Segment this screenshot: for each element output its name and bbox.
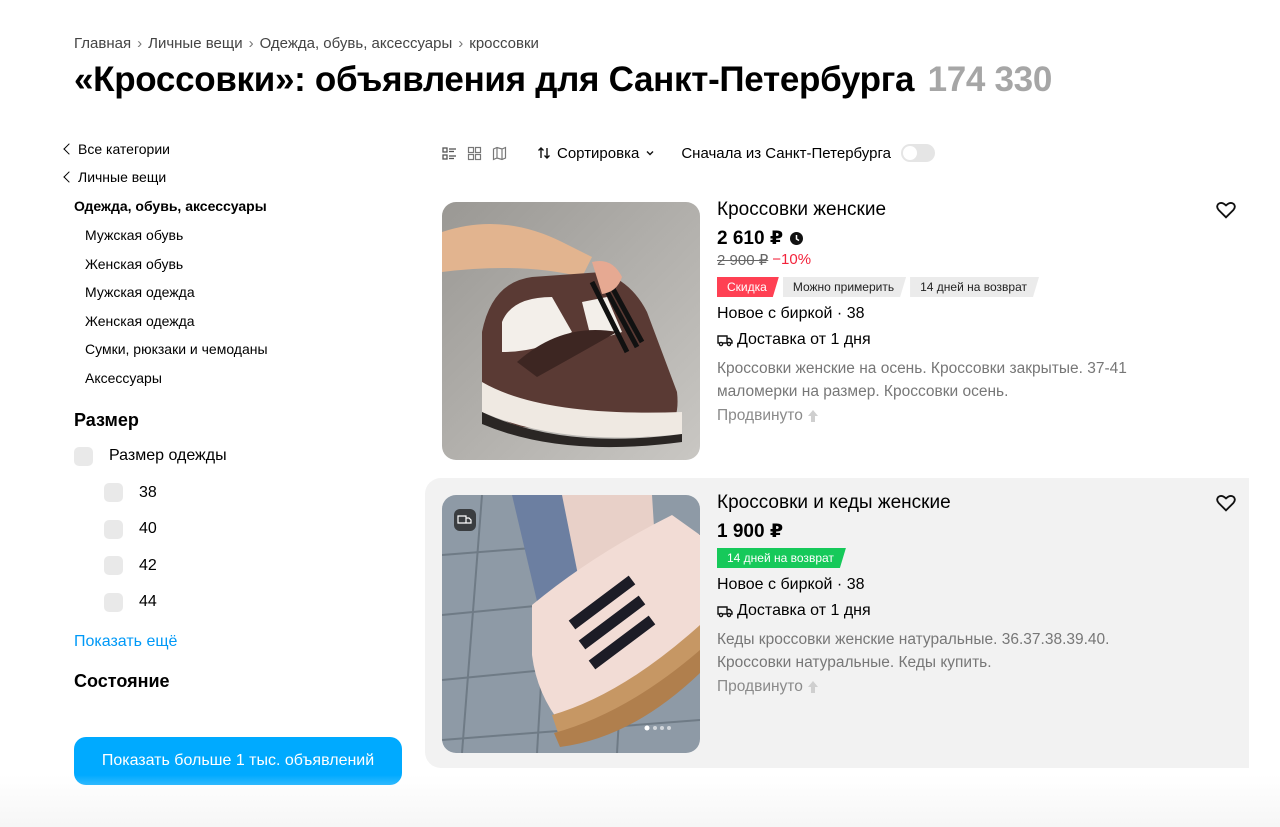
listing-card[interactable]: Кроссовки и кеды женские 1 900 ₽ 14 дней… (425, 478, 1249, 768)
chevron-left-icon (63, 171, 75, 183)
checkbox-size-42[interactable]: 42 (104, 548, 412, 585)
listing-promoted: Продвинуто (717, 678, 1197, 696)
sidebar: Все категории Личные вещи Одежда, обувь,… (62, 135, 412, 699)
delivery-text: Доставка от 1 дня (737, 602, 871, 619)
listing-delivery: Доставка от 1 дня (717, 328, 1197, 352)
breadcrumb-clothing[interactable]: Одежда, обувь, аксессуары (260, 35, 453, 52)
listing-info: Кроссовки женские 2 610 ₽ 2 900 ₽ −10% С… (717, 199, 1197, 425)
delivery-text: Доставка от 1 дня (737, 331, 871, 348)
checkbox-label: 38 (139, 483, 157, 501)
show-more-sizes-link[interactable]: Показать ещё (74, 627, 412, 657)
condition-filter-title: Состояние (74, 670, 170, 691)
checkbox-label: 42 (139, 556, 157, 574)
badge-return: 14 дней на возврат (717, 548, 846, 568)
listing-delivery: Доставка от 1 дня (717, 599, 1197, 623)
page-title-text: «Кроссовки»: объявления для Санкт-Петерб… (74, 60, 915, 99)
results-count: 174 330 (927, 60, 1053, 99)
delivery-truck-icon (717, 606, 733, 618)
promoted-label: Продвинуто (717, 407, 803, 424)
sidebar-item-mens-clothing[interactable]: Мужская одежда (85, 278, 412, 307)
listing-photo[interactable] (442, 495, 700, 753)
listing-info: Кроссовки и кеды женские 1 900 ₽ 14 дней… (717, 492, 1197, 696)
chevron-left-icon (63, 143, 75, 155)
checkbox-size-38[interactable]: 38 (104, 475, 412, 512)
listing-toolbar: Сортировка Сначала из Санкт-Петербурга (442, 140, 935, 166)
sidebar-item-label: Личные вещи (78, 169, 167, 185)
discount-percent: −10% (772, 251, 812, 268)
sidebar-current-category: Одежда, обувь, аксессуары (74, 198, 267, 214)
sidebar-item-womens-clothing[interactable]: Женская одежда (85, 307, 412, 336)
list-view-icon[interactable] (442, 146, 457, 161)
old-price-row: 2 900 ₽ −10% (717, 251, 1197, 273)
grid-view-icon[interactable] (467, 146, 482, 161)
listing-condition: Новое с биркой · 38 (717, 576, 865, 593)
sneaker-photo (442, 202, 700, 460)
checkbox-label: 44 (139, 593, 157, 611)
arrow-up-icon (807, 410, 818, 422)
listing-price: 1 900 ₽ (717, 518, 1197, 544)
price-value: 1 900 ₽ (717, 520, 784, 542)
arrow-up-icon (807, 681, 818, 693)
sidebar-item-accessories[interactable]: Аксессуары (85, 364, 412, 393)
listing-title[interactable]: Кроссовки и кеды женские (717, 492, 1197, 518)
listing-card[interactable]: Кроссовки женские 2 610 ₽ 2 900 ₽ −10% С… (425, 185, 1249, 475)
badge-try-on: Можно примерить (783, 277, 906, 297)
checkbox-label: 40 (139, 520, 157, 538)
listing-photo[interactable] (442, 202, 700, 460)
checkbox-size-44[interactable]: 44 (104, 584, 412, 621)
sidebar-item-womens-shoes[interactable]: Женская обувь (85, 250, 412, 279)
listing-description: Кроссовки женские на осень. Кроссовки за… (717, 360, 1127, 400)
sidebar-item-personal-items[interactable]: Личные вещи (62, 163, 412, 191)
checkbox-box[interactable] (74, 446, 93, 466)
sort-dropdown[interactable]: Сортировка (537, 145, 655, 162)
listing-description: Кеды кроссовки женские натуральные. 36.3… (717, 631, 1110, 671)
show-more-listings-button[interactable]: Показать больше 1 тыс. объявлений (74, 737, 402, 785)
checkbox-box[interactable] (104, 483, 123, 503)
sort-icon (538, 147, 550, 159)
badge-discount: Скидка (717, 277, 779, 297)
favorite-heart-icon[interactable] (1215, 199, 1237, 221)
sidebar-item-label: Все категории (78, 141, 170, 157)
view-switcher (442, 146, 507, 161)
badge-return: 14 дней на возврат (910, 277, 1039, 297)
sidebar-item-bags[interactable]: Сумки, рюкзаки и чемоданы (85, 335, 412, 364)
breadcrumb-separator: › (248, 35, 254, 52)
chevron-down-icon (646, 151, 654, 156)
listing-badges: Скидка Можно примерить 14 дней на возвра… (717, 277, 1197, 299)
breadcrumb-personal-items[interactable]: Личные вещи (148, 35, 242, 52)
checkbox-box[interactable] (104, 592, 123, 612)
breadcrumb-sneakers[interactable]: кроссовки (469, 35, 539, 52)
sidebar-item-all-categories[interactable]: Все категории (62, 135, 412, 163)
sneaker-photo (442, 495, 700, 753)
breadcrumb-separator: › (458, 35, 464, 52)
local-first-toggle[interactable] (900, 144, 935, 162)
page-title: «Кроссовки»: объявления для Санкт-Петерб… (74, 60, 1052, 100)
listing-promoted: Продвинуто (717, 407, 1197, 425)
checkbox-size-40[interactable]: 40 (104, 511, 412, 548)
listing-badges: 14 дней на возврат (717, 548, 1197, 570)
listing-price: 2 610 ₽ (717, 225, 1197, 251)
clock-icon (790, 231, 804, 245)
listing-title[interactable]: Кроссовки женские (717, 199, 1197, 225)
checkbox-clothing-size[interactable]: Размер одежды (74, 438, 412, 475)
breadcrumb-separator: › (137, 35, 143, 52)
favorite-heart-icon[interactable] (1215, 492, 1237, 514)
map-view-icon[interactable] (492, 146, 507, 161)
breadcrumb-home[interactable]: Главная (74, 35, 131, 52)
price-value: 2 610 ₽ (717, 227, 784, 249)
checkbox-label: Размер одежды (109, 447, 227, 465)
sort-label: Сортировка (557, 144, 640, 162)
delivery-truck-icon (717, 335, 733, 347)
promoted-label: Продвинуто (717, 678, 803, 695)
local-first-label: Сначала из Санкт-Петербурга (681, 144, 891, 162)
breadcrumb: Главная › Личные вещи › Одежда, обувь, а… (74, 35, 539, 52)
size-filter-title: Размер (74, 410, 139, 430)
old-price: 2 900 ₽ (717, 252, 769, 269)
listing-condition: Новое с биркой · 38 (717, 305, 865, 322)
checkbox-box[interactable] (104, 556, 123, 576)
checkbox-box[interactable] (104, 519, 123, 539)
sidebar-item-mens-shoes[interactable]: Мужская обувь (85, 221, 412, 250)
